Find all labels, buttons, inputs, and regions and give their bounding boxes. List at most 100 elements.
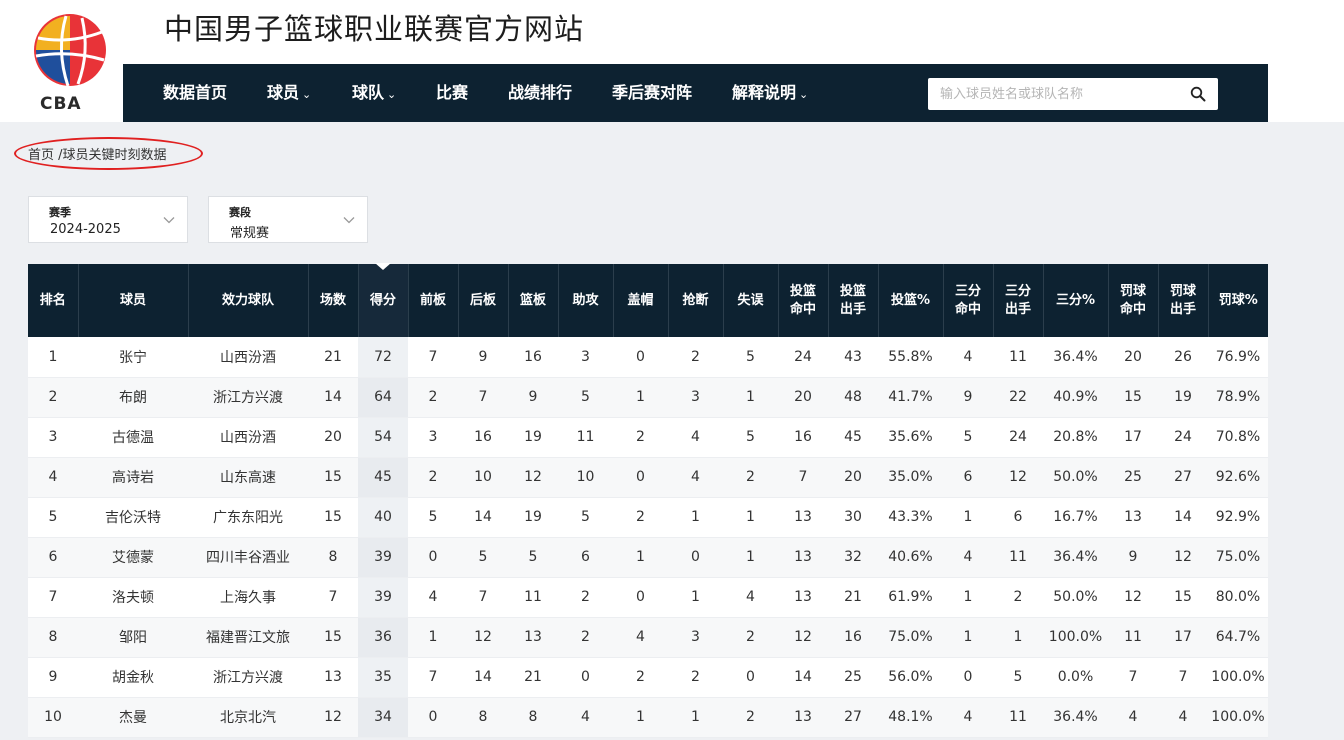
column-header[interactable]: 投篮 命中 — [777, 264, 828, 337]
table-cell: 1 — [668, 577, 723, 618]
column-header[interactable]: 场数 — [307, 264, 358, 337]
table-cell: 39 — [358, 537, 408, 578]
table-row[interactable]: 8 邹阳 福建晋江文旅 15 36 1 12 13 2 4 3 2 12 16 75.0% 1 1 100.0% 1… — [28, 617, 1268, 658]
player-name-cell[interactable]: 艾德蒙 — [78, 537, 188, 578]
table-row[interactable]: 7 洛夫顿 上海久事 7 39 4 7 11 2 0 1 4 13 21 61.9% 1 2 50.0% 12 15 8… — [28, 577, 1268, 618]
table-cell: 12 — [308, 697, 358, 738]
nav-item-glossary[interactable]: 解释说明 ⌄ — [732, 64, 808, 122]
table-cell: 24 — [993, 417, 1043, 458]
table-row[interactable]: 5 吉伦沃特 广东东阳光 15 40 5 14 19 5 2 1 1 13 30 43.3% 1 6 16.7% 1… — [28, 497, 1268, 538]
team-name-cell[interactable]: 山西汾酒 — [188, 417, 308, 458]
player-name-cell[interactable]: 邹阳 — [78, 617, 188, 658]
table-cell: 2 — [408, 377, 458, 418]
nav-item-playoffs[interactable]: 季后赛对阵 — [612, 64, 692, 122]
table-row[interactable]: 4 高诗岩 山东高速 15 45 2 10 12 10 0 4 2 7 20 35.0% 6 12 50.0% 25… — [28, 457, 1268, 498]
table-cell: 16 — [828, 617, 878, 658]
team-name-cell[interactable]: 广东东阳光 — [188, 497, 308, 538]
team-name-cell[interactable]: 四川丰谷酒业 — [188, 537, 308, 578]
column-header[interactable]: 三分 出手 — [992, 264, 1043, 337]
column-header[interactable]: 投篮% — [877, 264, 943, 337]
table-row[interactable]: 10 杰曼 北京北汽 12 34 0 8 8 4 1 1 2 13 27 48.1% 4 11 36.4% 4 4 10… — [28, 697, 1268, 738]
team-name-cell[interactable]: 山东高速 — [188, 457, 308, 498]
team-name-cell[interactable]: 浙江方兴渡 — [188, 377, 308, 418]
column-header[interactable]: 盖帽 — [612, 264, 668, 337]
table-cell: 12 — [508, 457, 558, 498]
team-name-cell[interactable]: 山西汾酒 — [188, 337, 308, 378]
table-cell: 4 — [408, 577, 458, 618]
nav-item-data-home[interactable]: 数据首页 — [163, 64, 227, 122]
column-header[interactable]: 罚球% — [1207, 264, 1268, 337]
table-cell: 14 — [1158, 497, 1208, 538]
search-icon[interactable] — [1190, 86, 1206, 102]
team-name-cell[interactable]: 上海久事 — [188, 577, 308, 618]
column-header[interactable]: 排名 — [28, 264, 78, 337]
search-input[interactable] — [928, 78, 1183, 110]
table-cell: 35.6% — [878, 417, 943, 458]
team-name-cell[interactable]: 浙江方兴渡 — [188, 657, 308, 698]
column-header[interactable]: 抢断 — [667, 264, 723, 337]
column-header-label: 排名 — [39, 292, 66, 308]
table-cell: 8 — [508, 697, 558, 738]
column-header[interactable]: 罚球 出手 — [1157, 264, 1208, 337]
nav-item-games[interactable]: 比赛 — [436, 64, 468, 122]
player-name-cell[interactable]: 胡金秋 — [78, 657, 188, 698]
table-cell: 15 — [1108, 377, 1158, 418]
table-cell: 26 — [1158, 337, 1208, 378]
table-row[interactable]: 1 张宁 山西汾酒 21 72 7 9 16 3 0 2 5 24 43 55.8% 4 11 36.4% 20 26… — [28, 337, 1268, 378]
table-cell: 7 — [408, 337, 458, 378]
table-cell: 9 — [943, 377, 993, 418]
table-cell: 13 — [778, 577, 828, 618]
player-name-cell[interactable]: 张宁 — [78, 337, 188, 378]
nav-label: 球队 — [352, 83, 385, 102]
table-cell: 0 — [723, 657, 778, 698]
column-header-label: 三分 — [954, 283, 981, 299]
nav-item-standings[interactable]: 战绩排行 — [508, 64, 572, 122]
nav-item-teams[interactable]: 球队 ⌄ — [352, 64, 396, 122]
column-header[interactable]: 篮板 — [507, 264, 558, 337]
column-header[interactable]: 投篮 出手 — [827, 264, 878, 337]
column-header[interactable]: 失误 — [722, 264, 778, 337]
table-cell: 15 — [1158, 577, 1208, 618]
table-cell: 7 — [308, 577, 358, 618]
table-row[interactable]: 6 艾德蒙 四川丰谷酒业 8 39 0 5 5 6 1 0 1 13 32 40.6% 4 11 36.4% 9 12… — [28, 537, 1268, 578]
column-header[interactable]: 效力球队 — [187, 264, 308, 337]
table-cell: 2 — [613, 417, 668, 458]
table-cell: 1 — [943, 497, 993, 538]
column-header[interactable]: 三分% — [1042, 264, 1108, 337]
chevron-down-icon — [163, 217, 175, 224]
nav-item-players[interactable]: 球员 ⌄ — [267, 64, 311, 122]
column-header[interactable]: 前板 — [407, 264, 458, 337]
table-cell: 3 — [408, 417, 458, 458]
table-row[interactable]: 2 布朗 浙江方兴渡 14 64 2 7 9 5 1 3 1 20 48 41.7% 9 22 40.9% 15 19… — [28, 377, 1268, 418]
column-header-label: 出手 — [839, 301, 866, 317]
stage-select[interactable]: 赛段 常规赛 — [208, 196, 368, 243]
table-cell: 4 — [943, 697, 993, 738]
season-select[interactable]: 赛季 2024-2025 — [28, 196, 188, 243]
nav-label: 战绩排行 — [508, 83, 573, 102]
nav-label: 季后赛对阵 — [612, 83, 693, 102]
table-cell: 1 — [943, 577, 993, 618]
column-header[interactable]: 罚球 命中 — [1107, 264, 1158, 337]
team-name-cell[interactable]: 福建晋江文旅 — [188, 617, 308, 658]
player-name-cell[interactable]: 洛夫顿 — [78, 577, 188, 618]
column-header[interactable]: 球员 — [77, 264, 188, 337]
table-cell: 5 — [723, 337, 778, 378]
player-name-cell[interactable]: 古德温 — [78, 417, 188, 458]
player-name-cell[interactable]: 高诗岩 — [78, 457, 188, 498]
column-header[interactable]: 三分 命中 — [942, 264, 993, 337]
table-cell: 4 — [1108, 697, 1158, 738]
column-header[interactable]: 得分 — [357, 263, 408, 337]
player-name-cell[interactable]: 布朗 — [78, 377, 188, 418]
table-cell: 3 — [668, 617, 723, 658]
table-cell: 27 — [828, 697, 878, 738]
column-header[interactable]: 助攻 — [557, 264, 613, 337]
column-header-label: 后板 — [469, 292, 496, 308]
table-row[interactable]: 9 胡金秋 浙江方兴渡 13 35 7 14 21 0 2 2 0 14 25 56.0% 0 5 0.0% 7 7 1… — [28, 657, 1268, 698]
player-name-cell[interactable]: 杰曼 — [78, 697, 188, 738]
table-row[interactable]: 3 古德温 山西汾酒 20 54 3 16 19 11 2 4 5 16 45 35.6% 5 24 20.8% 1… — [28, 417, 1268, 458]
team-name-cell[interactable]: 北京北汽 — [188, 697, 308, 738]
player-name-cell[interactable]: 吉伦沃特 — [78, 497, 188, 538]
table-cell: 45 — [358, 457, 408, 498]
column-header[interactable]: 后板 — [457, 264, 508, 337]
table-cell: 0 — [408, 537, 458, 578]
